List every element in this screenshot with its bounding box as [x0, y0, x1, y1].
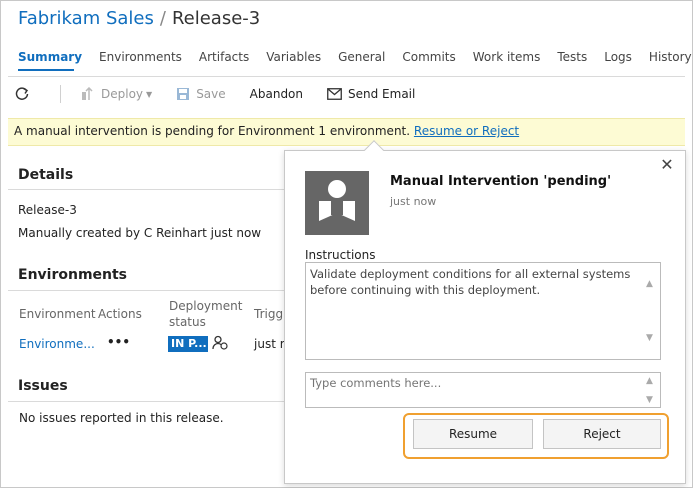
avatar [305, 171, 369, 235]
popup-timestamp: just now [390, 195, 437, 208]
details-created-by: Manually created by C Reinhart just now [18, 226, 262, 240]
abandon-button[interactable]: Abandon [250, 87, 303, 101]
toolbar-separator [60, 85, 61, 103]
save-label: Save [196, 87, 226, 101]
page-title: Fabrikam Sales / Release-3 [18, 8, 260, 29]
intervention-banner: A manual intervention is pending for Env… [8, 118, 685, 146]
issues-heading: Issues [18, 378, 68, 394]
col-deployment: Deployment [169, 299, 243, 313]
release-name: Release-3 [171, 8, 261, 29]
issues-divider [8, 401, 298, 402]
actions-menu-button[interactable]: ••• [107, 335, 130, 349]
refresh-icon [15, 87, 29, 100]
resume-or-reject-link[interactable]: Resume or Reject [414, 124, 519, 138]
save-icon [177, 88, 190, 100]
project-link[interactable]: Fabrikam Sales [18, 8, 154, 29]
issues-message: No issues reported in this release. [19, 411, 224, 425]
resume-button[interactable]: Resume [413, 419, 533, 449]
save-button[interactable]: Save [176, 87, 226, 101]
reject-button[interactable]: Reject [543, 419, 661, 449]
comments-scroll-up-icon[interactable]: ▲ [646, 376, 653, 386]
abandon-label: Abandon [249, 87, 304, 101]
refresh-button[interactable] [14, 86, 36, 102]
trigger-value: just r [254, 337, 285, 351]
scroll-down-icon[interactable]: ▼ [646, 333, 653, 343]
tab-history[interactable]: History [649, 50, 692, 72]
details-divider [8, 189, 298, 190]
col-trigger: Trigg [254, 307, 284, 321]
environment-link[interactable]: Environme... [19, 337, 95, 351]
tab-work-items[interactable]: Work items [473, 50, 541, 72]
col-actions: Actions [98, 307, 142, 321]
send-email-label: Send Email [348, 87, 416, 101]
breadcrumb-separator: / [159, 8, 166, 29]
deploy-label: Deploy [101, 87, 144, 101]
environments-divider [8, 290, 298, 291]
approval-user-icon[interactable] [212, 335, 228, 351]
user-placeholder-icon [319, 180, 355, 221]
status-badge[interactable]: IN P... [168, 336, 208, 352]
instructions-text[interactable]: Validate deployment conditions for all e… [305, 262, 661, 360]
comments-scroll-down-icon[interactable]: ▼ [646, 395, 653, 405]
details-release: Release-3 [18, 203, 77, 217]
mail-icon [327, 88, 342, 100]
col-environment: Environment [19, 307, 96, 321]
details-heading: Details [18, 167, 74, 183]
popup-title: Manual Intervention 'pending' [390, 174, 612, 189]
tab-logs[interactable]: Logs [604, 50, 632, 72]
active-tab-indicator [18, 69, 74, 71]
chevron-down-icon: ▼ [146, 89, 153, 99]
tab-commits[interactable]: Commits [402, 50, 455, 72]
tab-tests[interactable]: Tests [557, 50, 587, 72]
deploy-button[interactable]: Deploy ▼ [81, 87, 152, 101]
manual-intervention-popup: ✕ Manual Intervention 'pending' just now… [284, 150, 686, 484]
tab-bar: Summary Environments Artifacts Variables… [18, 50, 693, 72]
col-status: status [169, 315, 206, 329]
banner-message: A manual intervention is pending for Env… [14, 124, 411, 138]
comments-input[interactable] [305, 372, 661, 408]
environments-heading: Environments [18, 267, 128, 283]
close-icon[interactable]: ✕ [659, 157, 675, 173]
toolbar: Deploy ▼ Save Abandon Send Email [14, 84, 439, 104]
instructions-label: Instructions [305, 248, 376, 262]
tab-environments[interactable]: Environments [99, 50, 182, 72]
scroll-up-icon[interactable]: ▲ [646, 279, 653, 289]
tab-general[interactable]: General [338, 50, 385, 72]
header-divider [8, 76, 685, 77]
tab-variables[interactable]: Variables [266, 50, 321, 72]
send-email-button[interactable]: Send Email [327, 87, 415, 101]
deploy-icon [82, 87, 93, 100]
tab-artifacts[interactable]: Artifacts [199, 50, 249, 72]
